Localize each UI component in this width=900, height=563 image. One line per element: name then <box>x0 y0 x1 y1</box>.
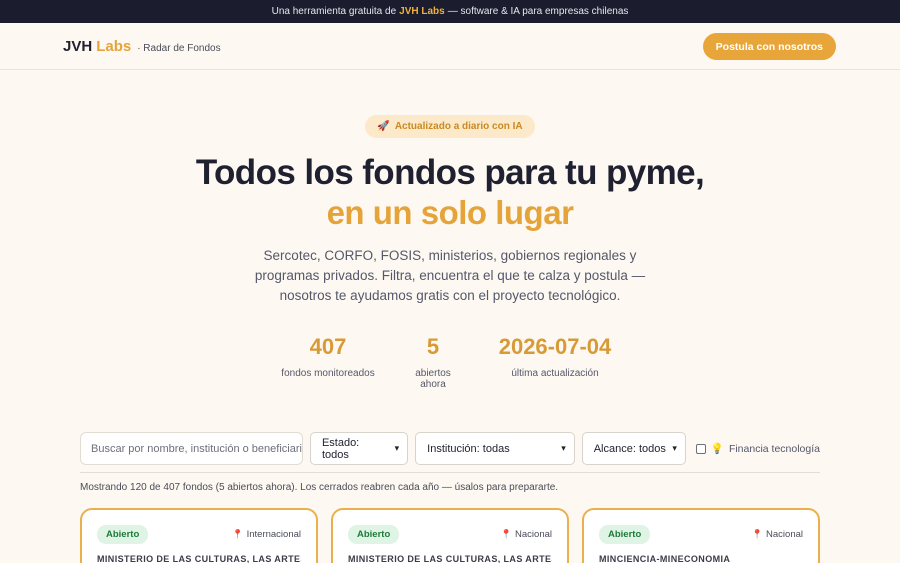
announcement-brand-link[interactable]: JVH Labs <box>399 6 445 17</box>
scope-label: 📍 Nacional <box>501 529 552 540</box>
institucion-select-value: Institución: todas <box>427 442 510 455</box>
logo-accent-text: Labs <box>96 37 132 55</box>
fund-card[interactable]: Abierto 📍 Nacional MINISTERIO DE LAS CUL… <box>331 508 569 563</box>
scope-text: Internacional <box>246 529 301 540</box>
lightbulb-icon: 💡 <box>710 443 724 455</box>
checkbox-box[interactable] <box>695 443 706 454</box>
stats-row: 407 fondos monitoreados 5 abiertos ahora… <box>0 334 900 390</box>
tech-filter-label: Financia tecnología <box>728 442 820 455</box>
hero-description: Sercotec, CORFO, FOSIS, ministerios, gob… <box>254 248 646 303</box>
scope-label: 📍 Nacional <box>752 529 803 540</box>
alcance-select-value: Alcance: todos <box>593 442 666 455</box>
pin-icon: 📍 <box>500 529 513 539</box>
status-badge: Abierto <box>348 525 400 544</box>
stat-monitored: 407 fondos monitoreados <box>278 334 378 390</box>
filter-bar: Buscar por nombre, institución o benefic… <box>80 432 820 465</box>
fund-card-grid: Abierto 📍 Internacional MINISTERIO DE LA… <box>80 508 820 563</box>
chevron-down-icon: ▾ <box>561 443 566 453</box>
hero-section: 🚀 Actualizado a diario con IA Todos los … <box>0 70 900 390</box>
estado-select-value: Estado: todos <box>321 436 360 461</box>
scope-text: Nacional <box>515 529 552 540</box>
stat-last-update: 2026-07-04 última actualización <box>488 334 622 390</box>
scope-text: Nacional <box>766 529 803 540</box>
filter-divider <box>80 472 820 473</box>
estado-select[interactable]: Estado: todos ▾ <box>309 432 409 465</box>
institucion-select[interactable]: Institución: todas ▾ <box>415 432 575 465</box>
stat-value: 5 <box>426 334 440 359</box>
announcement-bar: Una herramienta gratuita de JVH Labs — s… <box>0 0 900 23</box>
site-header: JVH Labs · Radar de Fondos Postula con n… <box>0 23 900 70</box>
hero-title: Todos los fondos para tu pyme, <box>195 153 705 192</box>
stat-label: última actualización <box>511 368 599 379</box>
scope-label: 📍 Internacional <box>232 529 301 540</box>
search-input[interactable]: Buscar por nombre, institución o benefic… <box>80 432 303 465</box>
chevron-down-icon: ▾ <box>394 443 400 453</box>
logo-main-text: JVH <box>63 37 93 55</box>
chevron-down-icon: ▾ <box>672 443 677 453</box>
logo-subtitle: · Radar de Fondos <box>137 42 221 54</box>
site-logo[interactable]: JVH Labs · Radar de Fondos <box>63 38 221 55</box>
status-badge: Abierto <box>599 525 651 544</box>
stat-label: fondos monitoreados <box>281 368 375 379</box>
announcement-suffix: — software & IA para empresas chilenas <box>447 6 629 17</box>
update-pill-label: Actualizado a diario con IA <box>394 121 523 132</box>
card-institution: MINCIENCIA-MINECONOMIA <box>599 554 731 563</box>
stat-label: abiertos ahora <box>415 368 451 390</box>
update-pill: 🚀 Actualizado a diario con IA <box>365 115 535 138</box>
postula-button[interactable]: Postula con nosotros <box>702 32 836 60</box>
alcance-select[interactable]: Alcance: todos ▾ <box>581 432 686 465</box>
rocket-icon: 🚀 <box>377 121 390 132</box>
stat-value: 407 <box>309 334 347 359</box>
fund-card[interactable]: Abierto 📍 Nacional MINCIENCIA-MINECONOMI… <box>582 508 820 563</box>
tech-filter-checkbox[interactable]: 💡 Financia tecnología <box>695 442 820 455</box>
stat-value: 2026-07-04 <box>498 334 612 359</box>
pin-icon: 📍 <box>232 529 244 539</box>
status-badge: Abierto <box>97 525 149 544</box>
card-institution: MINISTERIO DE LAS CULTURAS, LAS ARTES Y <box>97 554 301 563</box>
results-summary: Mostrando 120 de 407 fondos (5 abiertos … <box>80 482 559 493</box>
fund-card[interactable]: Abierto 📍 Internacional MINISTERIO DE LA… <box>80 508 318 563</box>
card-institution: MINISTERIO DE LAS CULTURAS, LAS ARTES Y <box>348 554 552 563</box>
announcement-prefix: Una herramienta gratuita de <box>271 6 397 17</box>
stat-open: 5 abiertos ahora <box>402 334 464 390</box>
hero-title-accent: en un solo lugar <box>326 194 574 231</box>
pin-icon: 📍 <box>751 529 764 539</box>
